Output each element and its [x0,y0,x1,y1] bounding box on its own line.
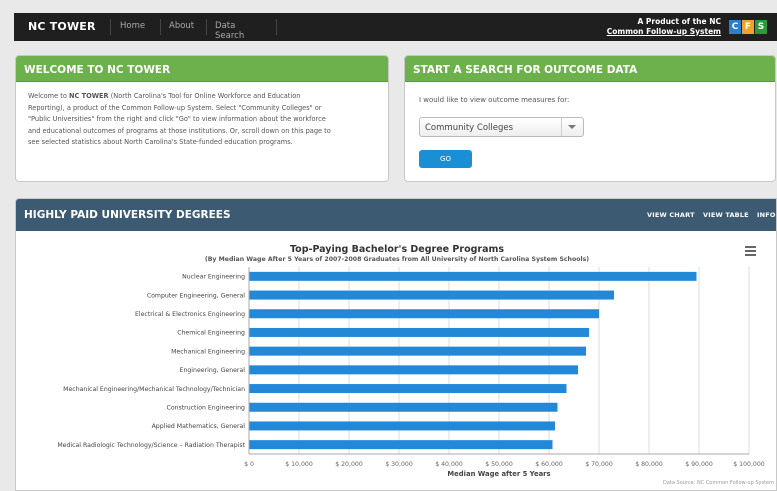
welcome-text-part: (North Carolina's Tool for Online Workfo… [108,92,301,100]
search-prompt-label: I would like to view outcome measures fo… [419,96,570,104]
cfs-logo-letter-f: F [742,20,754,34]
category-label: Nuclear Engineering [182,274,245,281]
menu-line [745,254,756,256]
data-bar [249,346,586,356]
nav-item-about[interactable]: About [169,21,194,31]
cfs-product-text[interactable]: A Product of the NC Common Follow-up Sys… [607,17,721,36]
info-link[interactable]: INFO [757,211,776,219]
cfs-product-line-2[interactable]: Common Follow-up System [607,27,721,37]
institution-type-selected: Community Colleges [425,123,514,133]
search-panel: START A SEARCH FOR OUTCOME DATA I would … [404,55,776,182]
view-chart-link[interactable]: VIEW CHART [647,211,695,219]
category-label: Chemical Engineering [177,330,245,337]
x-tick-label: $ 100,000 [733,461,765,468]
x-tick-label: $ 30,000 [385,461,413,468]
x-axis-title: Median Wage after 5 Years [447,470,550,478]
x-tick-label: $ 50,000 [485,461,513,468]
welcome-line: Reporting), a product of the Common Foll… [28,103,322,112]
menu-line [745,250,756,252]
data-bar [249,440,553,450]
x-tick-label: $ 40,000 [435,461,463,468]
x-tick-label: $ 70,000 [585,461,613,468]
chart-source: Data Source: NC Common Follow-up System [663,480,774,486]
chart-menu-icon[interactable] [745,246,756,258]
nav-divider [276,19,277,35]
category-label: Medical Radiologic Technology/Science – … [57,442,245,449]
welcome-line: Welcome to NC TOWER (North Carolina's To… [28,91,376,103]
chart-subtitle: (By Median Wage After 5 Years of 2007-20… [205,256,589,263]
category-label: Applied Mathematics, General [152,423,246,430]
x-tick-label: $ 90,000 [685,461,713,468]
degrees-bar-chart: Top-Paying Bachelor's Degree Programs(By… [57,244,774,486]
data-bar [249,327,589,337]
welcome-text: Welcome to NC TOWER (North Carolina's To… [16,82,388,149]
category-label: Construction Engineering [167,404,246,411]
category-label: Computer Engineering, General [147,292,245,299]
dropdown-button[interactable] [561,118,583,136]
go-button[interactable]: GO [419,150,472,168]
x-tick-label: $ 20,000 [335,461,363,468]
x-tick-label: $ 60,000 [535,461,563,468]
chevron-down-icon [568,125,576,129]
cfs-logo-letter-s: S [755,20,767,34]
nav-item-home[interactable]: Home [120,21,145,31]
category-label: Mechanical Engineering [171,348,245,355]
category-label: Engineering, General [180,367,246,374]
degrees-panel-title: HIGHLY PAID UNIVERSITY DEGREES [24,209,231,221]
view-table-link[interactable]: VIEW TABLE [703,211,749,219]
data-bar [249,421,555,431]
welcome-text-part: Welcome to [28,92,69,100]
degrees-panel-header: HIGHLY PAID UNIVERSITY DEGREES VIEW CHAR… [16,199,776,231]
menu-line [745,246,756,248]
highly-paid-degrees-panel: HIGHLY PAID UNIVERSITY DEGREES VIEW CHAR… [15,198,777,491]
search-panel-title: START A SEARCH FOR OUTCOME DATA [405,56,775,82]
welcome-panel: WELCOME TO NC TOWER Welcome to NC TOWER … [15,55,389,182]
x-tick-label: $ 80,000 [635,461,663,468]
institution-type-select[interactable]: Community Colleges [419,117,584,137]
welcome-line: and educational outcomes of programs at … [28,126,331,135]
welcome-line: "Public Universities" from the right and… [28,115,326,124]
data-bar [249,402,558,412]
nav-item-data-search[interactable]: Data Search [215,21,244,41]
category-label: Mechanical Engineering/Mechanical Techno… [63,386,245,393]
welcome-panel-title: WELCOME TO NC TOWER [16,56,388,82]
x-tick-label: $ 0 [244,461,254,468]
cfs-product-line-1: A Product of the NC [637,17,721,26]
data-bar [249,384,567,394]
cfs-logo[interactable]: C F S [729,20,767,34]
cfs-logo-letter-c: C [729,20,741,34]
data-bar [249,271,697,281]
nav-divider [160,19,161,35]
x-tick-label: $ 10,000 [285,461,313,468]
chart-title: Top-Paying Bachelor's Degree Programs [290,244,504,255]
welcome-line: see selected statistics about North Caro… [28,138,293,147]
nav-divider [110,19,111,35]
data-bar [249,365,578,375]
top-nav-bar: NC TOWER Home About Data Search A Produc… [14,13,777,41]
welcome-text-brand: NC TOWER [68,92,109,100]
category-label: Electrical & Electronics Engineering [135,311,245,318]
data-bar [249,309,599,319]
brand-logo[interactable]: NC TOWER [28,20,96,33]
nav-divider [206,19,207,35]
data-bar [249,290,614,300]
